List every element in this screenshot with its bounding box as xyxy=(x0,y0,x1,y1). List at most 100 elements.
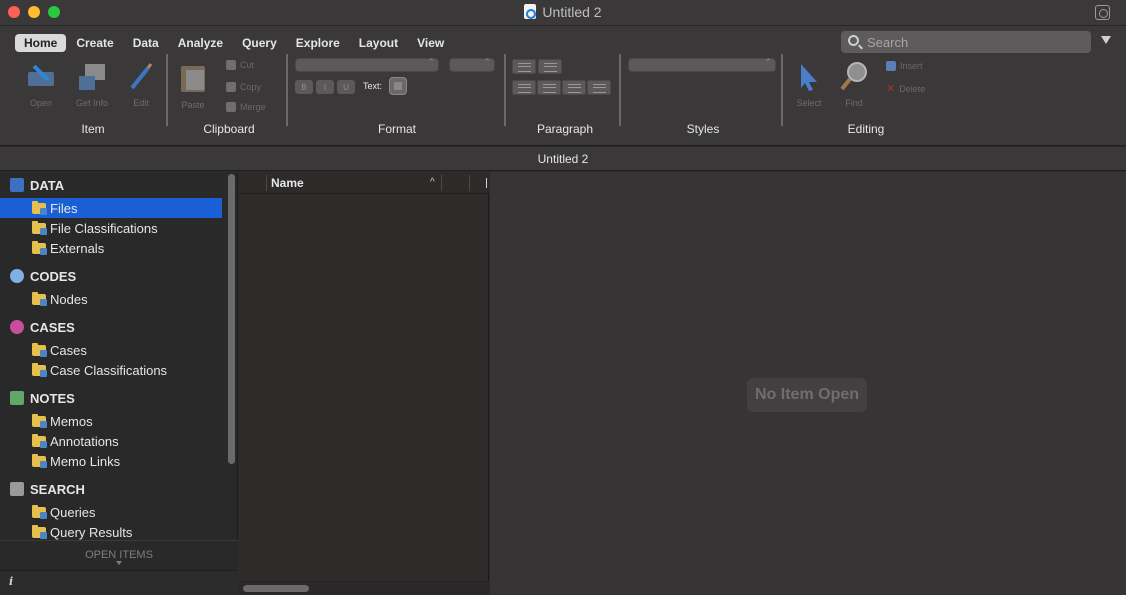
codes-sphere-icon xyxy=(10,269,24,283)
underline-button[interactable]: U xyxy=(337,80,355,94)
get-info-icon xyxy=(79,64,105,90)
paste-clipboard-icon xyxy=(181,66,205,92)
sidebar-item-externals[interactable]: Externals xyxy=(0,238,222,258)
open-items-bar[interactable]: OPEN ITEMS xyxy=(0,540,238,570)
group-label-styles: Styles xyxy=(686,122,720,136)
search-icon xyxy=(848,35,859,46)
sidebar-section-label: DATA xyxy=(30,177,65,193)
paste-button[interactable]: Paste xyxy=(176,62,210,110)
sidebar-section-label: CASES xyxy=(30,319,75,335)
search-box[interactable] xyxy=(841,31,1091,53)
sidebar-item-label: Memos xyxy=(50,413,93,429)
delete-button[interactable]: ✕ Delete xyxy=(886,82,925,95)
get-info-button[interactable]: Get Info xyxy=(72,62,112,108)
column-divider[interactable] xyxy=(469,175,470,191)
italic-button[interactable]: I xyxy=(316,80,334,94)
scissors-icon xyxy=(226,60,236,70)
sidebar-item-case-classifications[interactable]: Case Classifications xyxy=(0,360,222,380)
folder-icon xyxy=(32,413,47,428)
sidebar-item-query-results[interactable]: Query Results xyxy=(0,522,222,540)
group-label-clipboard: Clipboard xyxy=(203,122,255,136)
align-right-button[interactable] xyxy=(562,80,586,95)
folder-icon xyxy=(32,362,47,377)
tab-home[interactable]: Home xyxy=(15,34,67,52)
sidebar-item-files[interactable]: Files xyxy=(0,198,222,218)
sidebar-section-search[interactable]: SEARCH xyxy=(10,479,85,499)
sidebar-item-queries[interactable]: Queries xyxy=(0,502,222,522)
font-size-combo[interactable] xyxy=(449,57,495,72)
sidebar-section-notes[interactable]: NOTES xyxy=(10,388,75,408)
sidebar-section-cases[interactable]: CASES xyxy=(10,317,75,337)
ribbon-separator xyxy=(619,54,621,126)
sidebar-item-label: Cases xyxy=(50,342,87,358)
styles-combo[interactable] xyxy=(628,57,776,72)
sidebar-item-label: Memo Links xyxy=(50,453,121,469)
bold-button[interactable]: B xyxy=(295,80,313,94)
justify-button[interactable] xyxy=(587,80,611,95)
sidebar-section-codes[interactable]: CODES xyxy=(10,266,76,286)
tab-view[interactable]: View xyxy=(408,34,453,52)
ribbon-separator xyxy=(286,54,288,126)
ribbon-separator xyxy=(781,54,783,126)
edit-button[interactable]: Edit xyxy=(126,62,156,108)
tab-layout[interactable]: Layout xyxy=(350,34,407,52)
column-divider[interactable] xyxy=(441,175,442,191)
sidebar-item-cases[interactable]: Cases xyxy=(0,340,222,360)
list-header: Name ^ xyxy=(239,172,489,194)
search-input[interactable] xyxy=(867,34,1077,50)
merge-button[interactable]: Merge xyxy=(226,102,266,112)
text-color-label: Text: xyxy=(363,81,383,91)
tab-explore[interactable]: Explore xyxy=(287,34,349,52)
insert-icon xyxy=(886,61,896,71)
insert-button[interactable]: Insert xyxy=(886,61,923,71)
folder-icon xyxy=(32,240,47,255)
column-header-name[interactable]: Name xyxy=(271,176,304,190)
sidebar-item-nodes[interactable]: Nodes xyxy=(0,289,222,309)
delete-x-icon: ✕ xyxy=(886,83,896,95)
info-icon[interactable]: i xyxy=(9,575,13,588)
increase-indent-button[interactable] xyxy=(538,59,562,74)
sidebar-item-label: Annotations xyxy=(50,433,119,449)
sidebar-section-label: CODES xyxy=(30,268,77,284)
font-family-combo[interactable] xyxy=(295,57,439,72)
tab-create[interactable]: Create xyxy=(67,34,122,52)
ribbon-options-chevron-icon[interactable] xyxy=(1101,36,1111,44)
sidebar-section-label: NOTES xyxy=(30,390,75,406)
cases-quadrant-icon xyxy=(10,320,24,334)
tab-data[interactable]: Data xyxy=(124,34,168,52)
sidebar-item-memos[interactable]: Memos xyxy=(0,411,222,431)
sidebar-item-file-classifications[interactable]: File Classifications xyxy=(0,218,222,238)
document-tab-title[interactable]: Untitled 2 xyxy=(538,152,589,166)
folder-icon xyxy=(32,200,47,215)
sidebar-item-label: Queries xyxy=(50,504,96,520)
column-divider[interactable] xyxy=(486,178,487,188)
search-binoculars-icon xyxy=(10,482,24,496)
open-button[interactable]: Open xyxy=(24,62,58,108)
notes-pad-icon xyxy=(10,391,24,405)
horizontal-scrollbar[interactable] xyxy=(243,585,309,592)
cut-button[interactable]: Cut xyxy=(226,60,254,70)
sidebar-section-data[interactable]: DATA xyxy=(10,175,64,195)
align-center-button[interactable] xyxy=(537,80,561,95)
align-left-button[interactable] xyxy=(512,80,536,95)
tab-analyze[interactable]: Analyze xyxy=(169,34,232,52)
window-title-group: Untitled 2 xyxy=(0,4,1126,20)
text-color-well[interactable] xyxy=(389,77,407,95)
ribbon-tabs: Home Create Data Analyze Query Explore L… xyxy=(15,34,454,52)
sidebar-item-label: File Classifications xyxy=(50,220,158,236)
decrease-indent-button[interactable] xyxy=(512,59,536,74)
folder-icon xyxy=(32,220,47,235)
data-book-icon xyxy=(10,178,24,192)
sidebar-item-memo-links[interactable]: Memo Links xyxy=(0,451,222,471)
copy-button[interactable]: Copy xyxy=(226,82,261,92)
group-label-paragraph: Paragraph xyxy=(536,122,594,136)
column-divider[interactable] xyxy=(266,175,267,191)
no-item-open-message: No Item Open xyxy=(747,378,868,412)
sidebar-scrollbar[interactable] xyxy=(228,174,235,464)
ribbon-separator xyxy=(166,54,168,126)
fullscreen-icon[interactable] xyxy=(1095,5,1110,20)
find-button[interactable]: Find xyxy=(838,60,870,108)
sidebar-item-annotations[interactable]: Annotations xyxy=(0,431,222,451)
select-button[interactable]: Select xyxy=(792,62,826,108)
tab-query[interactable]: Query xyxy=(233,34,286,52)
